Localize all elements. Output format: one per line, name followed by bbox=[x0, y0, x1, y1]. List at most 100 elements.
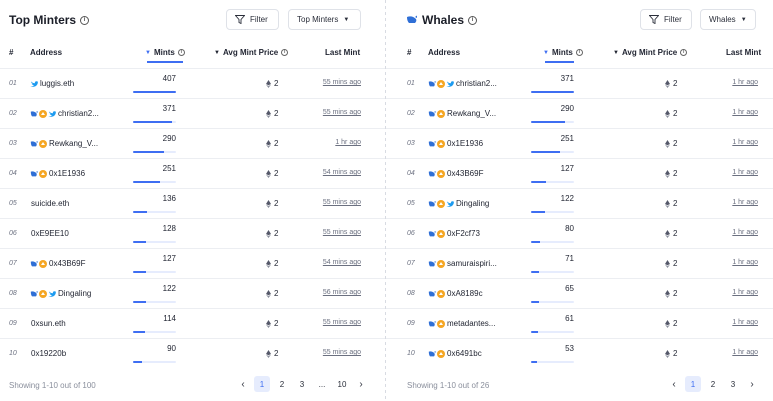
table-row[interactable]: 05 Dingaling 122 2 1 hr ago bbox=[386, 188, 773, 218]
row-last-mint[interactable]: 54 mins ago bbox=[323, 169, 361, 176]
table-footer: Showing 1-10 out of 26 ‹ 1 2 3 › bbox=[386, 376, 773, 394]
info-icon[interactable]: i bbox=[80, 15, 90, 25]
eth-icon bbox=[266, 79, 271, 88]
next-page-chevron-icon[interactable]: › bbox=[354, 379, 368, 390]
table-row[interactable]: 05 suicide.eth 136 2 55 mins ago bbox=[0, 188, 385, 218]
row-last-mint[interactable]: 1 hr ago bbox=[335, 139, 361, 146]
row-address[interactable]: christian2... bbox=[30, 109, 99, 118]
row-address[interactable]: metadantes... bbox=[428, 319, 495, 328]
table-row[interactable]: 10 0x19220b 90 2 55 mins ago bbox=[0, 338, 385, 368]
row-address[interactable]: 0x6491bc bbox=[428, 349, 482, 358]
page-button[interactable]: 3 bbox=[725, 376, 741, 392]
table-row[interactable]: 01 luggis.eth 407 2 55 mins ago bbox=[0, 68, 385, 98]
row-last-mint[interactable]: 1 hr ago bbox=[732, 349, 758, 356]
whale-icon bbox=[428, 260, 436, 266]
table-row[interactable]: 09 metadantes... 61 2 1 hr ago bbox=[386, 308, 773, 338]
row-address[interactable]: Dingaling bbox=[428, 199, 489, 208]
row-last-mint[interactable]: 55 mins ago bbox=[323, 199, 361, 206]
row-last-mint[interactable]: 1 hr ago bbox=[732, 169, 758, 176]
table-row[interactable]: 06 0xF2cf73 80 2 1 hr ago bbox=[386, 218, 773, 248]
mints-bar bbox=[531, 121, 574, 123]
row-last-mint[interactable]: 54 mins ago bbox=[323, 259, 361, 266]
col-mints-sort[interactable]: ▼ Mints i bbox=[145, 48, 185, 57]
table-row[interactable]: 04 0x1E1936 251 2 54 mins ago bbox=[0, 158, 385, 188]
page-button[interactable]: 2 bbox=[274, 376, 290, 392]
prev-page-chevron-icon[interactable]: ‹ bbox=[236, 379, 250, 390]
row-last-mint[interactable]: 55 mins ago bbox=[323, 319, 361, 326]
row-address[interactable]: 0xE9EE10 bbox=[30, 229, 69, 238]
row-address[interactable]: suicide.eth bbox=[30, 199, 69, 208]
filter-button[interactable]: Filter bbox=[226, 9, 279, 30]
col-mints-sort[interactable]: ▼ Mints i bbox=[543, 48, 583, 57]
filter-button-label: Filter bbox=[250, 15, 268, 24]
table-row[interactable]: 10 0x6491bc 53 2 1 hr ago bbox=[386, 338, 773, 368]
row-address[interactable]: 0xsun.eth bbox=[30, 319, 66, 328]
table-row[interactable]: 04 0x43B69F 127 2 1 hr ago bbox=[386, 158, 773, 188]
twitter-icon bbox=[446, 200, 454, 207]
table-row[interactable]: 01 christian2... 371 2 1 hr ago bbox=[386, 68, 773, 98]
row-mints: 90 bbox=[167, 344, 176, 353]
row-address[interactable]: samuraispiri... bbox=[428, 259, 497, 268]
row-address[interactable]: 0x43B69F bbox=[428, 169, 483, 178]
row-last-mint[interactable]: 55 mins ago bbox=[323, 79, 361, 86]
table-row[interactable]: 07 0x43B69F 127 2 54 mins ago bbox=[0, 248, 385, 278]
table-row[interactable]: 03 Rewkang_V... 290 2 1 hr ago bbox=[0, 128, 385, 158]
info-icon[interactable]: i bbox=[468, 15, 478, 25]
row-avg-price: 2 bbox=[266, 79, 278, 88]
eth-icon bbox=[665, 319, 670, 328]
row-last-mint[interactable]: 1 hr ago bbox=[732, 139, 758, 146]
row-address[interactable]: 0x43B69F bbox=[30, 259, 85, 268]
row-address[interactable]: christian2... bbox=[428, 79, 497, 88]
row-rank: 01 bbox=[9, 80, 17, 87]
row-address[interactable]: 0x1E1936 bbox=[30, 169, 85, 178]
table-row[interactable]: 08 Dingaling 122 2 56 mins ago bbox=[0, 278, 385, 308]
mints-bar-fill bbox=[531, 241, 541, 243]
table-row[interactable]: 02 christian2... 371 2 55 mins ago bbox=[0, 98, 385, 128]
col-price[interactable]: ▼ Avg Mint Price i bbox=[214, 48, 289, 57]
row-last-mint[interactable]: 1 hr ago bbox=[732, 109, 758, 116]
row-address[interactable]: Rewkang_V... bbox=[428, 109, 496, 118]
col-price[interactable]: ▼ Avg Mint Price i bbox=[613, 48, 688, 57]
row-address[interactable]: 0xF2cf73 bbox=[428, 229, 480, 238]
opensea-icon bbox=[437, 199, 445, 208]
table-row[interactable]: 06 0xE9EE10 128 2 55 mins ago bbox=[0, 218, 385, 248]
table-row[interactable]: 08 0xA8189c 65 2 1 hr ago bbox=[386, 278, 773, 308]
page-button[interactable]: 3 bbox=[294, 376, 310, 392]
page-button[interactable]: 1 bbox=[254, 376, 270, 392]
row-address-text: 0x43B69F bbox=[447, 169, 484, 178]
row-address[interactable]: Rewkang_V... bbox=[30, 139, 98, 148]
table-row[interactable]: 07 samuraispiri... 71 2 1 hr ago bbox=[386, 248, 773, 278]
whales-dropdown[interactable]: Whales ▼ bbox=[700, 9, 756, 30]
prev-page-chevron-icon[interactable]: ‹ bbox=[667, 379, 681, 390]
row-avg-price-value: 2 bbox=[673, 79, 678, 88]
row-address[interactable]: Dingaling bbox=[30, 289, 91, 298]
row-last-mint[interactable]: 1 hr ago bbox=[732, 319, 758, 326]
row-last-mint[interactable]: 56 mins ago bbox=[323, 289, 361, 296]
row-address[interactable]: 0x19220b bbox=[30, 349, 66, 358]
row-last-mint[interactable]: 1 hr ago bbox=[732, 199, 758, 206]
row-last-mint[interactable]: 1 hr ago bbox=[732, 289, 758, 296]
row-last-mint[interactable]: 55 mins ago bbox=[323, 349, 361, 356]
page-button[interactable]: 2 bbox=[705, 376, 721, 392]
row-last-mint[interactable]: 55 mins ago bbox=[323, 109, 361, 116]
top-minters-dropdown[interactable]: Top Minters ▼ bbox=[288, 9, 361, 30]
opensea-icon bbox=[437, 319, 445, 328]
row-last-mint[interactable]: 55 mins ago bbox=[323, 229, 361, 236]
row-last-mint[interactable]: 1 hr ago bbox=[732, 259, 758, 266]
table-row[interactable]: 09 0xsun.eth 114 2 55 mins ago bbox=[0, 308, 385, 338]
row-avg-price: 2 bbox=[665, 169, 677, 178]
row-last-mint[interactable]: 1 hr ago bbox=[732, 79, 758, 86]
page-button[interactable]: 10 bbox=[334, 376, 350, 392]
row-rank: 10 bbox=[9, 350, 17, 357]
row-address[interactable]: 0xA8189c bbox=[428, 289, 483, 298]
page-button[interactable]: 1 bbox=[685, 376, 701, 392]
filter-button[interactable]: Filter bbox=[640, 9, 692, 30]
row-avg-price-value: 2 bbox=[673, 199, 678, 208]
row-last-mint[interactable]: 1 hr ago bbox=[732, 229, 758, 236]
next-page-chevron-icon[interactable]: › bbox=[745, 379, 759, 390]
table-row[interactable]: 02 Rewkang_V... 290 2 1 hr ago bbox=[386, 98, 773, 128]
row-avg-price: 2 bbox=[665, 109, 677, 118]
row-address[interactable]: luggis.eth bbox=[30, 79, 74, 88]
row-address[interactable]: 0x1E1936 bbox=[428, 139, 483, 148]
table-row[interactable]: 03 0x1E1936 251 2 1 hr ago bbox=[386, 128, 773, 158]
